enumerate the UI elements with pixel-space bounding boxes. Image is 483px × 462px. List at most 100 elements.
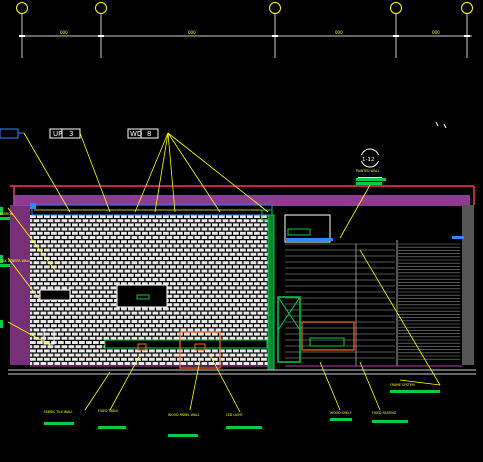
brick [135, 315, 141, 319]
brick [149, 307, 155, 311]
brick [261, 290, 267, 294]
brick [184, 349, 190, 353]
brick [264, 252, 268, 256]
brick [114, 231, 120, 235]
brick [58, 273, 64, 277]
brick [198, 273, 204, 277]
brick [215, 269, 222, 273]
brick [173, 278, 180, 281]
brick [149, 315, 155, 319]
brick [226, 307, 232, 311]
brick [79, 282, 85, 286]
brick [65, 265, 71, 269]
brick [61, 269, 68, 273]
brick [93, 223, 99, 227]
brick [96, 244, 103, 248]
brick [47, 353, 54, 357]
brick [58, 357, 64, 361]
brick [191, 290, 197, 294]
brick [250, 336, 257, 340]
brick [208, 353, 215, 357]
brick [152, 336, 159, 340]
brick [194, 261, 201, 265]
brick [184, 257, 190, 260]
brick [75, 362, 82, 365]
brick [247, 315, 253, 319]
brick [107, 299, 113, 302]
brick [240, 332, 246, 336]
brick [47, 244, 54, 248]
brick [205, 299, 211, 302]
brick [247, 223, 253, 227]
brick [229, 269, 236, 273]
brick [215, 261, 222, 265]
brick [86, 282, 92, 286]
brick [82, 336, 89, 340]
brick [75, 261, 82, 265]
brick [250, 286, 257, 290]
brick [124, 311, 131, 315]
brick [152, 236, 159, 239]
brick [145, 311, 152, 315]
brick [145, 219, 152, 223]
brick [163, 231, 169, 235]
brick [208, 236, 215, 239]
brick [54, 362, 61, 365]
brick [229, 227, 236, 231]
brick [257, 227, 264, 231]
note-underline-bar [226, 426, 262, 429]
brick [131, 252, 138, 256]
brick [145, 261, 152, 265]
brick [54, 345, 61, 349]
brick [47, 252, 54, 256]
brick [47, 278, 54, 281]
brick [30, 261, 33, 265]
brick [89, 303, 96, 307]
brick [250, 269, 257, 273]
brick [264, 261, 268, 265]
fixed-table-top [104, 339, 268, 349]
brick [82, 320, 89, 323]
brick [110, 261, 117, 265]
brick [156, 332, 162, 336]
brick [226, 240, 232, 244]
grid-bubble [269, 2, 281, 14]
brick [222, 336, 229, 340]
brick [247, 282, 253, 286]
brick [233, 299, 239, 302]
brick [250, 303, 257, 307]
brick [128, 273, 134, 277]
brick [177, 299, 183, 302]
brick [233, 332, 239, 336]
brick [110, 311, 117, 315]
brick [191, 315, 197, 319]
brick [159, 236, 166, 239]
brick [33, 345, 40, 349]
brick [145, 252, 152, 256]
brick [184, 240, 190, 244]
brick [191, 273, 197, 277]
brick [103, 303, 110, 307]
brick [229, 261, 236, 265]
brick [191, 282, 197, 286]
brick [65, 324, 71, 328]
brick [187, 320, 194, 323]
brick [61, 353, 68, 357]
brick [54, 311, 61, 315]
brick [128, 349, 134, 353]
brick [222, 236, 229, 239]
brick [184, 357, 190, 361]
brick [236, 244, 243, 248]
brick [114, 265, 120, 269]
brick [215, 244, 222, 248]
brick [138, 278, 145, 281]
brick [96, 286, 103, 290]
brick [247, 324, 253, 328]
brick [156, 315, 162, 319]
brick [177, 248, 183, 252]
brick [194, 244, 201, 248]
brick [114, 332, 120, 336]
ceiling-soffit [14, 195, 470, 206]
brick [240, 357, 246, 361]
brick [261, 248, 267, 252]
